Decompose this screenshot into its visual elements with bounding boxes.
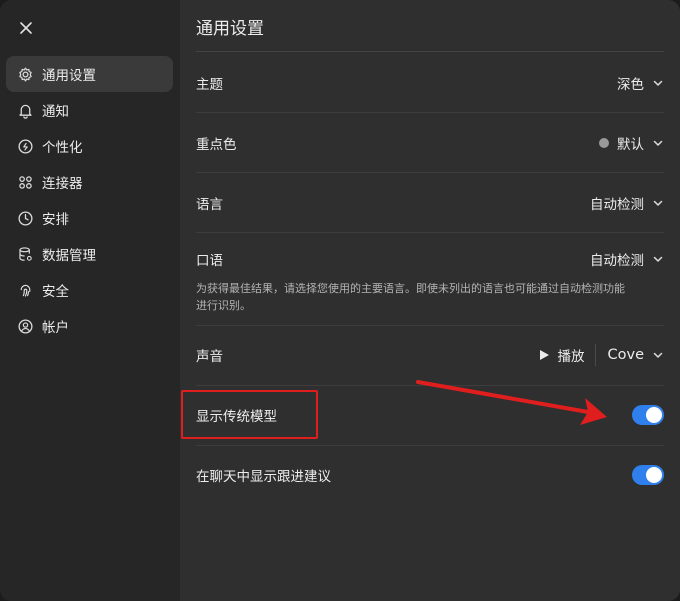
voice-controls: 播放 Cove — [538, 344, 665, 366]
theme-label: 主题 — [196, 77, 223, 93]
sidebar-item-label: 数据管理 — [42, 248, 96, 264]
divider — [196, 445, 664, 446]
accent-dropdown[interactable]: 默认 — [599, 133, 664, 153]
sidebar-item-label: 个性化 — [42, 140, 83, 156]
setting-language: 语言 自动检测 — [196, 190, 664, 216]
bell-icon — [16, 101, 34, 119]
spoken-language-help: 为获得最佳结果，请选择您使用的主要语言。即使未列出的语言也可能通过自动检测功能进… — [196, 282, 625, 312]
setting-theme: 主题 深色 — [196, 70, 664, 96]
sidebar-item-label: 帐户 — [42, 320, 69, 336]
voice-label: 声音 — [196, 349, 223, 365]
gear-icon — [16, 65, 34, 83]
divider — [196, 385, 664, 386]
settings-panel: 通用设置 主题 深色 重点色 默认 语言 自动检测 口语 自动检测 为获得最佳结… — [180, 0, 680, 601]
voice-value: Cove — [607, 347, 645, 363]
accent-label: 重点色 — [196, 137, 237, 153]
play-label: 播放 — [557, 349, 585, 365]
divider — [196, 325, 664, 326]
divider — [196, 51, 664, 52]
close-icon — [20, 22, 32, 34]
sidebar-item-label: 通用设置 — [42, 68, 96, 84]
sidebar-item-personalization[interactable]: 个性化 — [6, 128, 173, 164]
page-title: 通用设置 — [196, 19, 264, 39]
chevron-down-icon — [653, 200, 663, 206]
personalize-icon — [16, 137, 34, 155]
sidebar: 通用设置 通知 个性化 连接器 安排 数据管理 安全 帐户 — [0, 0, 180, 601]
sidebar-item-label: 通知 — [42, 104, 69, 120]
setting-spoken-language: 口语 自动检测 — [196, 246, 664, 272]
clock-icon — [16, 209, 34, 227]
sidebar-item-label: 连接器 — [42, 176, 83, 192]
sidebar-item-connectors[interactable]: 连接器 — [6, 164, 173, 200]
sidebar-item-schedule[interactable]: 安排 — [6, 200, 173, 236]
close-button[interactable] — [14, 16, 38, 40]
sidebar-nav: 通用设置 通知 个性化 连接器 安排 数据管理 安全 帐户 — [6, 56, 173, 344]
toggle-knob — [646, 407, 662, 423]
database-icon — [16, 245, 34, 263]
accent-value: 默认 — [617, 137, 644, 153]
theme-value: 深色 — [617, 77, 644, 93]
sidebar-item-general[interactable]: 通用设置 — [6, 56, 173, 92]
connectors-icon — [16, 173, 34, 191]
spoken-language-dropdown[interactable]: 自动检测 — [590, 249, 664, 269]
theme-dropdown[interactable]: 深色 — [617, 73, 664, 93]
divider — [196, 112, 664, 113]
language-label: 语言 — [196, 197, 223, 213]
sidebar-item-security[interactable]: 安全 — [6, 272, 173, 308]
follow-up-suggestions-label: 在聊天中显示跟进建议 — [196, 469, 331, 485]
sidebar-item-account[interactable]: 帐户 — [6, 308, 173, 344]
setting-accent: 重点色 默认 — [196, 130, 664, 156]
sidebar-item-label: 安排 — [42, 212, 69, 228]
chevron-down-icon — [653, 256, 663, 262]
divider — [594, 344, 596, 366]
chevron-down-icon — [653, 352, 663, 358]
settings-dialog: 通用设置 通知 个性化 连接器 安排 数据管理 安全 帐户 通用设置 主题 深色… — [0, 0, 680, 601]
language-value: 自动检测 — [590, 197, 644, 213]
spoken-language-label: 口语 — [196, 253, 223, 269]
voice-dropdown[interactable]: Cove — [608, 347, 665, 363]
chevron-down-icon — [653, 80, 663, 86]
play-button[interactable]: 播放 — [538, 345, 585, 365]
accent-color-swatch — [599, 138, 609, 148]
divider — [196, 172, 664, 173]
fingerprint-icon — [16, 281, 34, 299]
play-icon — [539, 350, 549, 360]
sidebar-item-data-controls[interactable]: 数据管理 — [6, 236, 173, 272]
sidebar-item-label: 安全 — [42, 284, 69, 300]
toggle-knob — [646, 467, 662, 483]
setting-follow-up-suggestions: 在聊天中显示跟进建议 — [196, 462, 664, 488]
legacy-models-toggle[interactable] — [632, 405, 664, 425]
sidebar-item-notifications[interactable]: 通知 — [6, 92, 173, 128]
divider — [196, 232, 664, 233]
follow-up-suggestions-toggle[interactable] — [632, 465, 664, 485]
spoken-language-value: 自动检测 — [590, 253, 644, 269]
annotation-highlight-box — [181, 390, 318, 439]
chevron-down-icon — [653, 140, 663, 146]
setting-voice: 声音 播放 Cove — [196, 342, 664, 368]
account-icon — [16, 317, 34, 335]
language-dropdown[interactable]: 自动检测 — [590, 193, 664, 213]
